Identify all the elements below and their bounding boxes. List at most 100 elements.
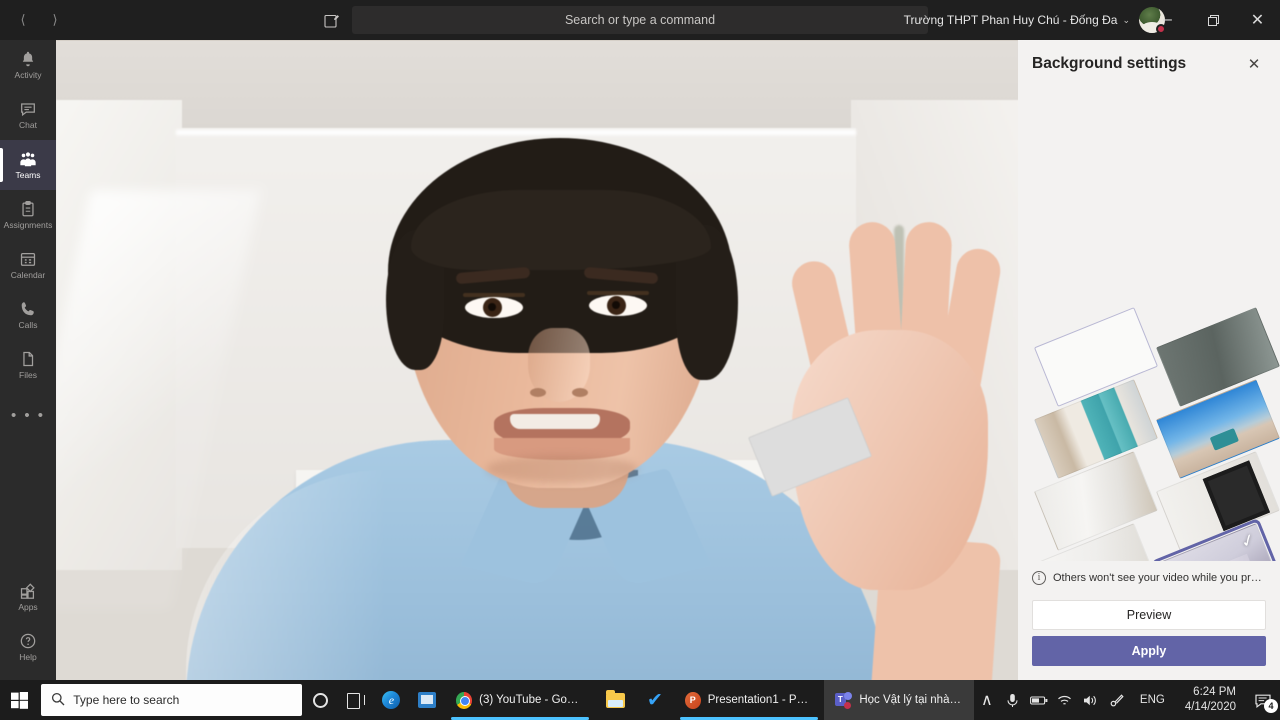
sidebar-item-label: Files (19, 370, 37, 380)
video-preview-stage[interactable] (56, 40, 1018, 680)
clipboard-icon (19, 200, 37, 218)
clock-date: 4/14/2020 (1184, 701, 1236, 713)
calendar-icon (19, 250, 37, 268)
org-switcher[interactable]: Trường THPT Phan Huy Chú - Đống Đa ⌄ (904, 0, 1130, 40)
sidebar-item-label: Apps (18, 602, 38, 612)
sidebar-item-chat[interactable]: Chat (0, 90, 56, 140)
sidebar-item-label: Activity (14, 70, 42, 80)
help-question-icon (19, 632, 37, 650)
taskbar-search-input[interactable]: Type here to search (41, 684, 303, 716)
person-video (56, 40, 1018, 680)
search-icon (51, 692, 65, 709)
page-title: Background settings (1032, 55, 1187, 72)
nav-arrows: ⟨ ⟩ (8, 5, 70, 35)
eyelid-right (587, 291, 649, 295)
language-indicator[interactable]: ENG (1130, 694, 1175, 706)
preview-note-text: Others won't see your video while you pr… (1053, 572, 1266, 584)
chevron-down-icon: ⌄ (1122, 14, 1130, 25)
hair-fringe (411, 190, 711, 270)
phone-icon (19, 300, 37, 318)
taskbar-task-label: Presentation1 - Pow... (707, 694, 813, 706)
folder-icon (605, 689, 625, 708)
panel-header: Background settings ✕ (1018, 40, 1280, 88)
compose-message-icon[interactable] (320, 9, 344, 33)
chin-shadow (486, 455, 638, 483)
clock[interactable]: 6:24 PM 4/14/2020 (1175, 685, 1246, 715)
selected-check-icon: ✓ (1237, 529, 1259, 553)
sidebar-item-help[interactable]: Help (0, 622, 56, 672)
eye-right (589, 295, 647, 316)
left-rail: Activity Chat Teams Assignments Calendar (0, 40, 56, 680)
org-name-label: Trường THPT Phan Huy Chú - Đống Đa (903, 13, 1118, 27)
more-dots-icon: • • • (10, 406, 46, 424)
taskbar-task-label: (3) YouTube - Goog... (479, 694, 584, 706)
taskbar-search-placeholder: Type here to search (73, 693, 180, 707)
sidebar-item-teams[interactable]: Teams (0, 140, 56, 190)
taskbar-task-chrome[interactable]: (3) YouTube - Goog... (445, 680, 595, 720)
apps-grid-icon (19, 582, 37, 600)
powerpoint-icon: P (684, 691, 701, 709)
sidebar-item-files[interactable]: Files (0, 340, 56, 390)
pen-icon[interactable] (1104, 680, 1130, 720)
search-placeholder: Search or type a command (564, 13, 716, 27)
sidebar-item-apps[interactable]: Apps (0, 572, 56, 622)
sidebar-item-label: Calls (18, 320, 38, 330)
sidebar-item-label: Help (19, 652, 37, 662)
sidebar-item-label: Teams (15, 170, 41, 180)
sidebar-item-label: Assignments (3, 220, 53, 230)
sidebar-item-activity[interactable]: Activity (0, 40, 56, 90)
title-bar: ⟨ ⟩ Search or type a command Trường THPT… (0, 0, 1280, 40)
search-input[interactable]: Search or type a command (352, 6, 928, 34)
preview-button[interactable]: Preview (1032, 600, 1266, 630)
chat-bubble-icon (19, 100, 37, 118)
background-settings-panel: Background settings ✕ ✓ i Others won't s… (1018, 40, 1280, 680)
wifi-icon[interactable] (1052, 680, 1078, 720)
taskbar-task-file-explorer[interactable] (595, 680, 636, 720)
back-arrow-icon[interactable]: ⟨ (8, 5, 38, 35)
nostril-left (530, 388, 546, 397)
bell-icon (19, 50, 37, 68)
sidebar-item-label: Chat (19, 120, 37, 130)
rail-bottom-group: Apps Help (0, 572, 56, 672)
battery-icon[interactable] (1026, 680, 1052, 720)
eyelid-left (463, 293, 525, 297)
chrome-icon (455, 691, 473, 709)
taskbar-task-powerpoint[interactable]: P Presentation1 - Pow... (674, 680, 824, 720)
speaker-icon[interactable] (1078, 680, 1104, 720)
file-icon (19, 350, 37, 368)
background-thumbnail-scroll[interactable]: ✓ (1018, 88, 1280, 561)
maximize-button[interactable] (1190, 0, 1235, 40)
action-center-icon[interactable]: 4 (1246, 680, 1280, 720)
task-view-icon[interactable] (338, 680, 374, 720)
preview-note: i Others won't see your video while you … (1032, 561, 1266, 594)
sidebar-item-calendar[interactable]: Calendar (0, 240, 56, 290)
system-tray: ∧ ENG 6:24 PM 4/14/2020 4 (974, 680, 1280, 720)
waving-hand (746, 160, 1018, 680)
clock-time: 6:24 PM (1193, 686, 1236, 698)
taskbar-task-todo[interactable]: ✔ (636, 680, 674, 720)
taskbar-task-teams[interactable]: T Học Vật lý tại nhà (... (823, 680, 974, 720)
shoulder-highlight (186, 470, 436, 680)
sidebar-more-button[interactable]: • • • (0, 390, 56, 440)
taskbar-app-mail[interactable] (409, 680, 445, 720)
minimize-button[interactable]: – (1145, 0, 1190, 40)
teams-people-icon (19, 150, 37, 168)
sidebar-item-assignments[interactable]: Assignments (0, 190, 56, 240)
show-hidden-icons-chevron-icon[interactable]: ∧ (974, 680, 1000, 720)
panel-footer: i Others won't see your video while you … (1018, 561, 1280, 680)
sidebar-item-calls[interactable]: Calls (0, 290, 56, 340)
notification-count-badge: 4 (1264, 699, 1278, 713)
forward-arrow-icon[interactable]: ⟩ (40, 5, 70, 35)
windows-start-icon[interactable] (0, 680, 39, 720)
apply-button[interactable]: Apply (1032, 636, 1266, 666)
sidebar-item-label: Calendar (10, 270, 46, 280)
cortana-circle-icon[interactable] (302, 680, 338, 720)
taskbar-task-label: Học Vật lý tại nhà (... (859, 694, 963, 706)
close-icon[interactable]: ✕ (1240, 50, 1268, 78)
info-icon: i (1032, 571, 1046, 585)
check-icon: ✔ (646, 689, 663, 711)
close-button[interactable]: ✕ (1235, 0, 1280, 40)
taskbar-app-edge[interactable]: e (374, 680, 410, 720)
nostril-right (572, 388, 588, 397)
microphone-icon[interactable] (1000, 680, 1026, 720)
